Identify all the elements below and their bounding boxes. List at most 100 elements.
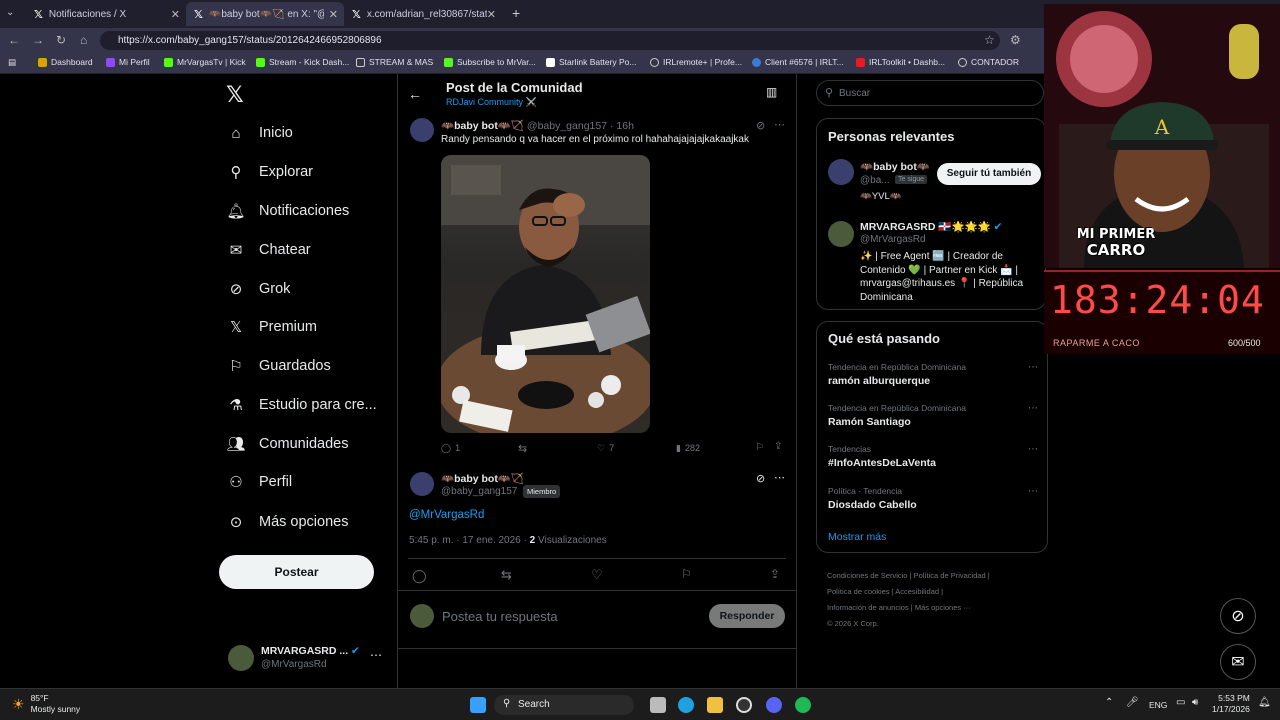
bookmark-item[interactable]: IRLremote+ | Profe... bbox=[650, 57, 742, 67]
more-icon[interactable]: ⋯ bbox=[1028, 403, 1038, 414]
follow-back-button[interactable]: Seguir tú también bbox=[937, 163, 1041, 185]
bookmark-item[interactable]: Subscribe to MrVar... bbox=[444, 57, 536, 67]
taskbar-search[interactable]: ⚲ Search bbox=[494, 695, 634, 715]
trend-item[interactable]: Tendencias #InfoAntesDeLaVenta ⋯ bbox=[828, 444, 1038, 469]
new-tab-button[interactable]: + bbox=[512, 5, 520, 21]
tab-baby-bot[interactable]: 𝕏 🦇baby bot🦇🏹 en X: "@MrVar ✕ bbox=[186, 2, 344, 26]
bookmark-item[interactable]: Client #6576 | IRLT... bbox=[752, 57, 844, 67]
avatar[interactable] bbox=[410, 118, 434, 142]
nav-bookmarks[interactable]: ⚐ Guardados bbox=[227, 357, 330, 375]
repost-icon[interactable]: ⇆ bbox=[518, 442, 527, 455]
nav-explore[interactable]: ⚲ Explorar bbox=[227, 163, 314, 181]
obs-icon[interactable] bbox=[736, 697, 752, 713]
messages-float-button[interactable]: ✉ bbox=[1220, 644, 1256, 680]
more-icon[interactable]: ⋯ bbox=[774, 118, 785, 131]
post-author[interactable]: 🦇baby bot🦇🏹 bbox=[441, 472, 524, 485]
reader-icon[interactable]: ▥ bbox=[766, 85, 777, 99]
bookmark-item[interactable]: STREAM & MAS bbox=[356, 57, 433, 67]
forward-icon[interactable]: → bbox=[32, 33, 44, 47]
grok-icon[interactable]: ⊘ bbox=[756, 472, 765, 485]
nav-profile[interactable]: ⚇ Perfil bbox=[227, 473, 292, 491]
edge-icon[interactable] bbox=[678, 697, 694, 713]
more-icon[interactable]: ⋯ bbox=[1028, 362, 1038, 373]
account-switcher[interactable]: MRVARGASRD ... ✔ @MrVargasRd ⋯ bbox=[226, 642, 386, 676]
footer-link[interactable]: Más opciones ··· bbox=[915, 603, 971, 612]
trend-item[interactable]: Tendencia en República Dominicana Ramón … bbox=[828, 403, 1038, 428]
share-icon[interactable]: ⇪ bbox=[774, 441, 782, 452]
language-indicator[interactable]: ENG bbox=[1149, 700, 1167, 710]
spotify-icon[interactable] bbox=[795, 697, 811, 713]
person-name[interactable]: MRVARGASRD 🇩🇴🌟🌟🌟 ✔ bbox=[860, 220, 1002, 233]
person-name[interactable]: 🦇baby bot🦇 bbox=[860, 160, 930, 173]
show-more-link[interactable]: Mostrar más bbox=[828, 531, 886, 543]
notification-bell-icon[interactable]: 🔔︎ bbox=[1258, 697, 1271, 708]
bookmark-item[interactable]: CONTADOR bbox=[958, 57, 1019, 67]
views-action[interactable]: ▮ 282 bbox=[676, 443, 700, 454]
bookmark-item[interactable]: Mi Perfil bbox=[106, 57, 150, 67]
reply-icon[interactable]: ◯ bbox=[412, 568, 427, 584]
footer-link[interactable]: Accesibilidad bbox=[895, 587, 939, 596]
grok-float-button[interactable]: ⊘ bbox=[1220, 598, 1256, 634]
avatar[interactable] bbox=[410, 472, 434, 496]
bookmark-item[interactable]: MrVargasTv | Kick bbox=[164, 57, 246, 67]
search-input[interactable]: ⚲ Buscar bbox=[816, 80, 1044, 106]
close-tab-icon[interactable]: ✕ bbox=[171, 8, 180, 21]
bookmark-item[interactable]: Starlink Battery Po... bbox=[546, 57, 636, 67]
more-icon[interactable]: ⋯ bbox=[774, 471, 785, 484]
share-icon[interactable]: ⇪ bbox=[770, 567, 780, 581]
task-view-icon[interactable] bbox=[650, 697, 666, 713]
community-link[interactable]: RDJavi Community ⚔️ bbox=[446, 97, 537, 108]
reply-action[interactable]: ◯ 1 bbox=[441, 443, 460, 454]
post-button[interactable]: Postear bbox=[219, 555, 374, 589]
reply-button[interactable]: Responder bbox=[709, 604, 785, 628]
nav-home[interactable]: ⌂ Inicio bbox=[227, 124, 292, 142]
close-tab-icon[interactable]: ✕ bbox=[487, 8, 496, 21]
extensions-icon[interactable]: ⚙ bbox=[1010, 33, 1021, 47]
person-handle[interactable]: @MrVargasRd bbox=[860, 234, 926, 245]
nav-more[interactable]: ⊙ Más opciones bbox=[227, 513, 349, 531]
mic-icon[interactable]: 🎤︎ bbox=[1126, 697, 1139, 708]
more-icon[interactable]: ⋯ bbox=[1028, 444, 1038, 455]
footer-link[interactable]: Política de cookies bbox=[827, 587, 890, 596]
bookmark-item[interactable]: IRLToolkit • Dashb... bbox=[856, 57, 945, 67]
trend-item[interactable]: Tendencia en República Dominicana ramón … bbox=[828, 362, 1038, 387]
volume-icon[interactable]: 🔊︎ bbox=[1192, 697, 1198, 708]
x-logo-icon[interactable]: 𝕏 bbox=[226, 82, 244, 108]
close-tab-icon[interactable]: ✕ bbox=[329, 8, 338, 21]
tab-notifications[interactable]: 𝕏 Notificaciones / X ✕ bbox=[26, 2, 186, 26]
reload-icon[interactable]: ↻ bbox=[56, 33, 66, 47]
home-icon[interactable]: ⌂ bbox=[80, 33, 87, 47]
nav-creator-studio[interactable]: ⚗ Estudio para cre... bbox=[227, 396, 376, 414]
nav-communities[interactable]: 👥︎ Comunidades bbox=[226, 435, 348, 453]
back-icon[interactable]: ← bbox=[408, 86, 422, 102]
favorite-icon[interactable]: ☆ bbox=[984, 33, 995, 47]
bookmark-icon[interactable]: ⚐ bbox=[681, 567, 692, 581]
reply-input[interactable]: Postea tu respuesta bbox=[442, 609, 558, 624]
footer-link[interactable]: Condiciones de Servicio bbox=[827, 571, 907, 580]
start-icon[interactable] bbox=[470, 697, 486, 713]
url-bar[interactable]: https://x.com/baby_gang157/status/201264… bbox=[100, 31, 1000, 50]
person-handle[interactable]: @ba... bbox=[860, 175, 890, 186]
mention-link[interactable]: @MrVargasRd bbox=[409, 509, 484, 521]
avatar[interactable] bbox=[828, 221, 854, 247]
like-action[interactable]: ♡ 7 bbox=[597, 443, 614, 454]
repost-icon[interactable]: ⇆ bbox=[501, 567, 512, 583]
avatar[interactable] bbox=[828, 159, 854, 185]
footer-link[interactable]: Información de anuncios bbox=[827, 603, 909, 612]
bookmark-item[interactable]: Dashboard bbox=[38, 57, 93, 67]
more-icon[interactable]: ⋯ bbox=[1028, 486, 1038, 497]
post-handle[interactable]: @baby_gang157 bbox=[441, 486, 517, 497]
bookmark-item[interactable]: Stream - Kick Dash... bbox=[256, 57, 349, 67]
nav-chat[interactable]: ✉ Chatear bbox=[227, 241, 311, 259]
heart-icon[interactable]: ♡ bbox=[591, 567, 603, 583]
tab-adrian[interactable]: 𝕏 x.com/adrian_rel30867/status/201 ✕ bbox=[344, 2, 502, 26]
tab-list-icon[interactable]: ⌄ bbox=[6, 7, 14, 18]
footer-link[interactable]: Política de Privacidad bbox=[914, 571, 986, 580]
back-icon[interactable]: ← bbox=[8, 33, 20, 47]
weather-widget[interactable]: ☀ 85°F Mostly sunny bbox=[12, 693, 80, 715]
bookmarks-icon[interactable]: ▤ bbox=[8, 57, 16, 68]
clock[interactable]: 5:53 PM 1/17/2026 bbox=[1212, 693, 1250, 715]
more-icon[interactable]: ⋯ bbox=[370, 648, 382, 662]
nav-grok[interactable]: ⊘ Grok bbox=[227, 280, 291, 298]
chevron-up-icon[interactable]: ⌃ bbox=[1105, 697, 1113, 708]
